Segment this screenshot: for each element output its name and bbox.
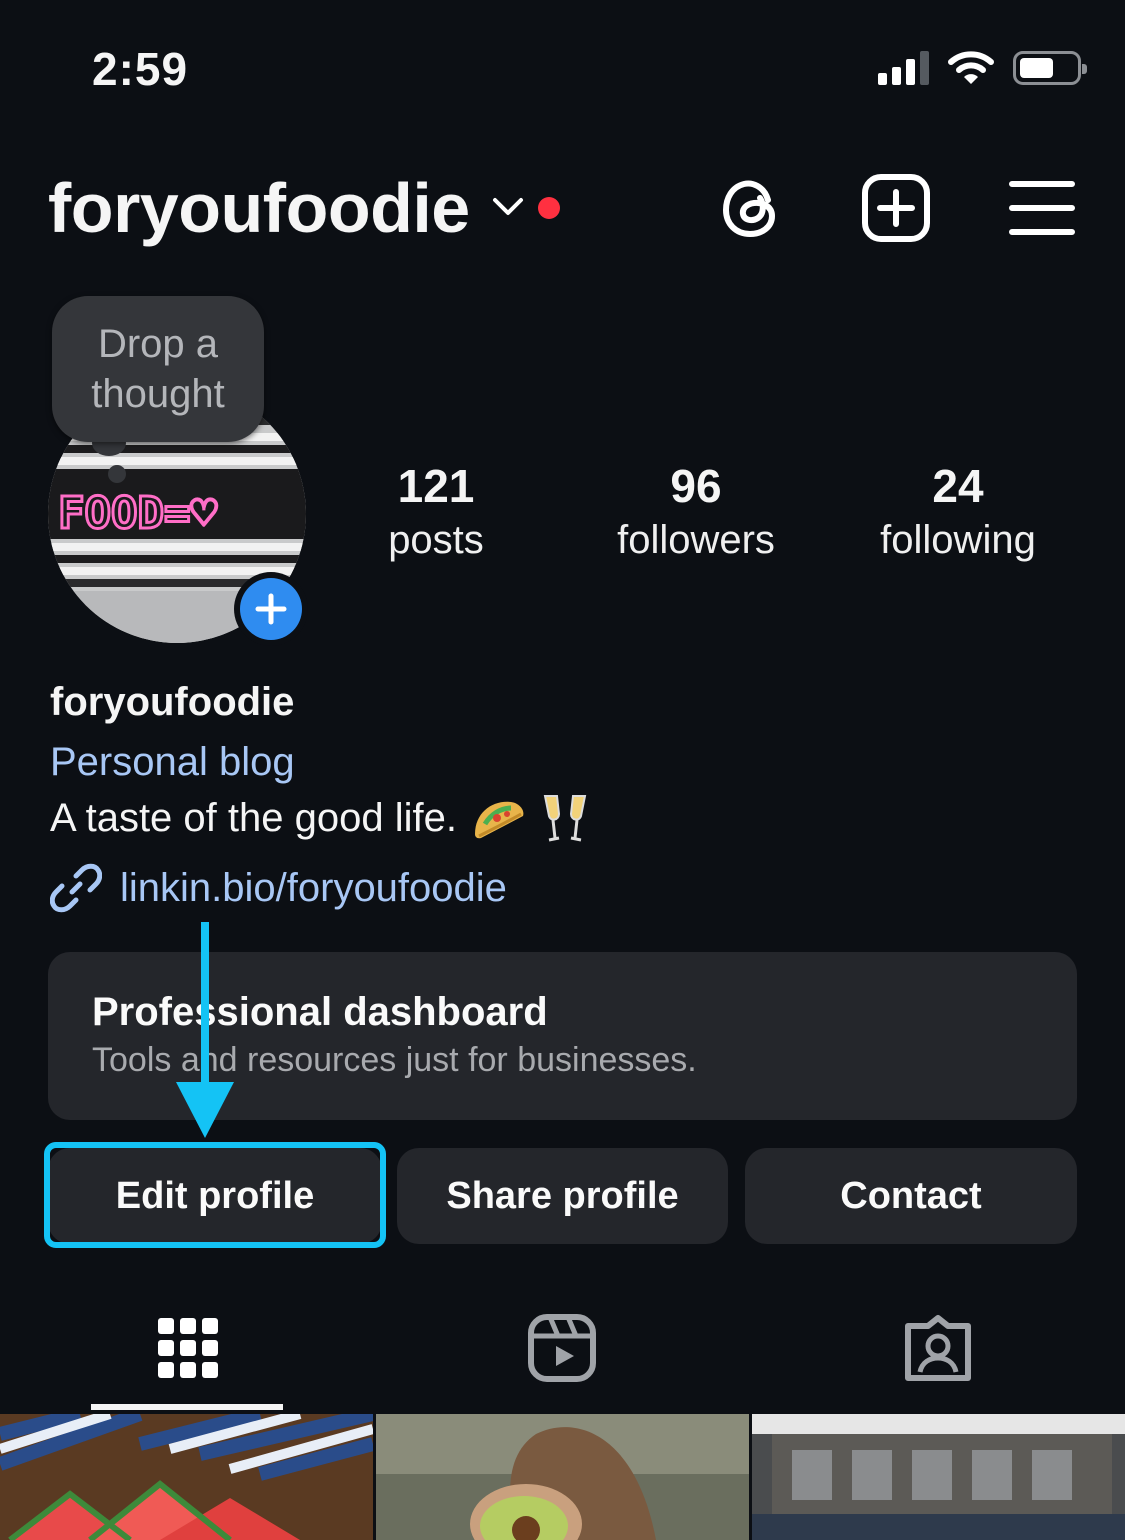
tagged-icon[interactable] <box>902 1312 974 1384</box>
signal-icon <box>878 51 929 85</box>
display-name: foryoufoodie <box>50 680 295 724</box>
followers-count: 96 <box>670 460 722 512</box>
following-count: 24 <box>932 460 984 512</box>
hamburger-menu-icon[interactable] <box>1006 172 1078 244</box>
dashboard-title: Professional dashboard <box>92 990 548 1034</box>
taco-icon <box>474 801 524 839</box>
note-bubble-tail-dot <box>108 465 126 483</box>
battery-icon <box>1013 51 1087 85</box>
active-tab-indicator <box>91 1404 283 1410</box>
stat-followers[interactable]: 96 followers <box>576 458 816 566</box>
bio-link-text[interactable]: linkin.bio/foryoufoodie <box>120 866 507 911</box>
post-thumbnail[interactable] <box>0 1414 373 1540</box>
notification-dot <box>538 197 560 219</box>
stat-posts[interactable]: 121 posts <box>316 458 556 566</box>
plus-icon <box>255 593 287 625</box>
edit-profile-button[interactable]: Edit profile <box>48 1148 382 1244</box>
annotation-arrow-head <box>176 1082 234 1138</box>
threads-icon[interactable] <box>716 172 788 244</box>
dashboard-subtitle: Tools and resources just for businesses. <box>92 1041 697 1079</box>
grid-icon[interactable] <box>152 1312 224 1384</box>
link-icon <box>50 863 102 913</box>
avatar-neon-sign: FOOD=♡ <box>58 488 217 539</box>
contact-button[interactable]: Contact <box>745 1148 1077 1244</box>
posts-count: 121 <box>397 460 475 512</box>
clinking-glasses-icon <box>543 795 587 842</box>
annotation-arrow-shaft <box>201 922 209 1098</box>
stat-following[interactable]: 24 following <box>838 458 1078 566</box>
add-story-button[interactable] <box>234 572 308 646</box>
bio-text: A taste of the good life. <box>50 795 457 840</box>
status-time: 2:59 <box>92 43 189 95</box>
post-thumbnail[interactable] <box>752 1414 1125 1540</box>
profile-category[interactable]: Personal blog <box>50 740 295 785</box>
posts-label: posts <box>388 518 484 562</box>
wifi-icon <box>948 51 994 84</box>
bio-link[interactable]: linkin.bio/foryoufoodie <box>50 862 507 914</box>
status-icons <box>878 50 1087 86</box>
following-label: following <box>880 518 1036 562</box>
share-profile-button[interactable]: Share profile <box>397 1148 728 1244</box>
post-thumbnail[interactable] <box>376 1414 749 1540</box>
profile-username-switcher[interactable]: foryoufoodie <box>48 168 470 248</box>
followers-label: followers <box>617 518 775 562</box>
note-line-2: thought <box>91 372 225 416</box>
add-content-icon[interactable] <box>860 172 932 244</box>
note-bubble[interactable]: Drop a thought <box>52 296 264 442</box>
bio-text-row: A taste of the good life. <box>50 792 589 844</box>
chevron-down-icon[interactable] <box>492 196 524 218</box>
note-line-1: Drop a <box>97 322 219 366</box>
reels-icon[interactable] <box>526 1312 598 1384</box>
